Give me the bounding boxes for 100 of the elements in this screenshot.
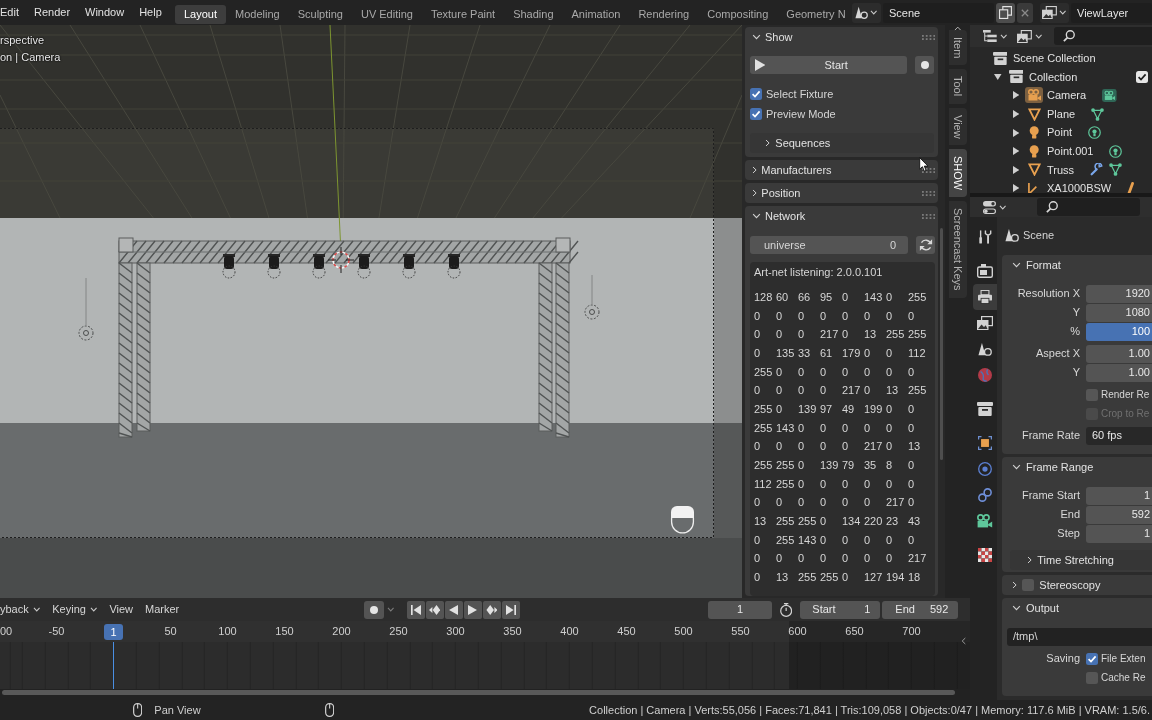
- light-bulb-icon[interactable]: [1109, 144, 1123, 158]
- sidebar-tab[interactable]: Item: [949, 30, 967, 66]
- item-name[interactable]: Collection: [1029, 70, 1078, 84]
- scene-field[interactable]: Scene: [883, 2, 994, 23]
- sidebar-tab[interactable]: View: [949, 107, 967, 146]
- vertices-icon[interactable]: [1091, 107, 1105, 121]
- panel-header[interactable]: Format: [1002, 255, 1152, 275]
- checkbox-label[interactable]: Select Fixture: [766, 87, 834, 101]
- number-field[interactable]: 1: [1086, 524, 1152, 543]
- subpanel-header[interactable]: Sequences: [750, 133, 934, 153]
- panel-header[interactable]: Position: [745, 183, 922, 203]
- workspace-tab[interactable]: Modeling: [226, 4, 289, 24]
- checkbox[interactable]: [750, 108, 762, 120]
- item-name[interactable]: XA1000BSW: [1047, 182, 1112, 193]
- menu-item[interactable]: Keying: [46, 600, 104, 619]
- checkbox-label[interactable]: Preview Mode: [766, 107, 836, 121]
- caret-icon[interactable]: [387, 607, 395, 612]
- grip-icon[interactable]: [921, 34, 935, 40]
- universe-field[interactable]: universe 0: [750, 236, 908, 254]
- current-frame-field[interactable]: 1: [708, 600, 772, 619]
- checkbox[interactable]: [750, 88, 762, 100]
- item-name[interactable]: Truss: [1047, 163, 1075, 177]
- playhead-line[interactable]: [112, 642, 114, 689]
- playback-button[interactable]: [482, 600, 501, 619]
- bone-icon[interactable]: [1127, 181, 1135, 193]
- delete-scene-button[interactable]: [1017, 2, 1033, 23]
- refresh-button[interactable]: [916, 236, 935, 254]
- triangle-icon[interactable]: [1012, 165, 1020, 174]
- light-bulb-icon[interactable]: [1088, 126, 1102, 140]
- record-button[interactable]: [915, 56, 934, 74]
- frame-start-field[interactable]: Start 1: [800, 600, 881, 619]
- menu-item[interactable]: View: [103, 600, 140, 619]
- wrench-icon[interactable]: [1090, 163, 1104, 177]
- triangle-icon[interactable]: [1012, 128, 1020, 137]
- scrollbar[interactable]: [940, 228, 943, 460]
- triangle-icon[interactable]: [1012, 110, 1020, 119]
- workspace-tab[interactable]: Shading: [504, 4, 563, 24]
- camera-icon[interactable]: [1102, 89, 1117, 102]
- workspace-tab[interactable]: UV Editing: [351, 4, 422, 24]
- panel-header[interactable]: Network: [745, 206, 922, 226]
- view-layer-selector[interactable]: [1040, 2, 1069, 23]
- workspace-tab[interactable]: Rendering: [629, 4, 699, 24]
- current-frame-marker[interactable]: 1: [104, 623, 123, 640]
- scrollbar[interactable]: [2, 690, 955, 695]
- playback-button[interactable]: [463, 600, 482, 619]
- item-name[interactable]: Camera: [1047, 89, 1087, 102]
- number-field[interactable]: 1920: [1086, 284, 1152, 303]
- checkbox[interactable]: [1086, 671, 1098, 684]
- triangle-icon[interactable]: [1012, 147, 1020, 156]
- triangle-icon[interactable]: [1012, 184, 1020, 193]
- grip-icon[interactable]: [921, 213, 935, 219]
- frame-end-field[interactable]: End 592: [882, 600, 959, 619]
- panel-header[interactable]: Show: [745, 27, 922, 47]
- path-field[interactable]: /tmp\: [1007, 627, 1152, 646]
- playback-button[interactable]: [444, 600, 463, 619]
- number-field[interactable]: 1080: [1086, 303, 1152, 322]
- record-button[interactable]: [364, 600, 384, 619]
- chevron-up-icon[interactable]: [954, 26, 962, 31]
- sidebar-tab[interactable]: SHOW: [949, 149, 967, 198]
- panel-header[interactable]: Output: [1002, 598, 1152, 618]
- checkbox[interactable]: [1086, 388, 1098, 401]
- menu-item[interactable]: yback: [0, 600, 47, 619]
- sidebar-tab[interactable]: Tool: [949, 69, 967, 104]
- grip-icon[interactable]: [921, 190, 935, 196]
- playback-button[interactable]: [406, 600, 425, 619]
- checkbox[interactable]: [1022, 579, 1035, 591]
- new-scene-button[interactable]: [996, 2, 1015, 23]
- menu-item[interactable]: Edit: [0, 6, 27, 19]
- checkbox-label[interactable]: File Exten: [1101, 652, 1146, 665]
- checkbox[interactable]: [1136, 70, 1148, 83]
- panel-header[interactable]: Frame Range: [1002, 457, 1152, 477]
- checkbox[interactable]: [1086, 652, 1098, 665]
- checkbox-label[interactable]: Cache Re: [1101, 671, 1146, 684]
- start-button[interactable]: Start: [750, 56, 907, 74]
- workspace-tab[interactable]: Compositing: [698, 4, 778, 24]
- workspace-tab[interactable]: Sculpting: [288, 4, 352, 24]
- item-name[interactable]: Plane: [1047, 107, 1076, 121]
- number-field[interactable]: 592: [1086, 505, 1152, 524]
- menu-item[interactable]: Help: [131, 6, 170, 19]
- number-field[interactable]: 1: [1086, 486, 1152, 505]
- subpanel-header[interactable]: Time Stretching: [1010, 550, 1152, 570]
- dropdown-field[interactable]: 60 fps: [1086, 426, 1152, 445]
- view-layer-field[interactable]: ViewLayer: [1071, 2, 1152, 23]
- menu-item[interactable]: Window: [77, 6, 132, 19]
- number-field[interactable]: 1.00: [1086, 344, 1152, 363]
- playback-button[interactable]: [501, 600, 520, 619]
- playback-button[interactable]: [425, 600, 444, 619]
- menu-item[interactable]: Marker: [139, 600, 186, 619]
- triangle-icon[interactable]: [994, 73, 1002, 80]
- chevron-left-icon[interactable]: [960, 637, 966, 645]
- 3d-viewport[interactable]: rspective on | Camera: [0, 25, 742, 598]
- sidebar-tab[interactable]: Screencast Keys: [949, 201, 967, 299]
- stopwatch-icon[interactable]: [780, 602, 793, 617]
- grip-icon[interactable]: [921, 167, 935, 173]
- search-field[interactable]: [1053, 27, 1152, 45]
- number-field[interactable]: 1.00: [1086, 363, 1152, 382]
- workspace-tab[interactable]: Geometry N: [777, 4, 852, 24]
- search-field[interactable]: [1036, 198, 1140, 216]
- workspace-tab[interactable]: Texture Paint: [421, 4, 505, 24]
- menu-item[interactable]: Render: [26, 6, 78, 19]
